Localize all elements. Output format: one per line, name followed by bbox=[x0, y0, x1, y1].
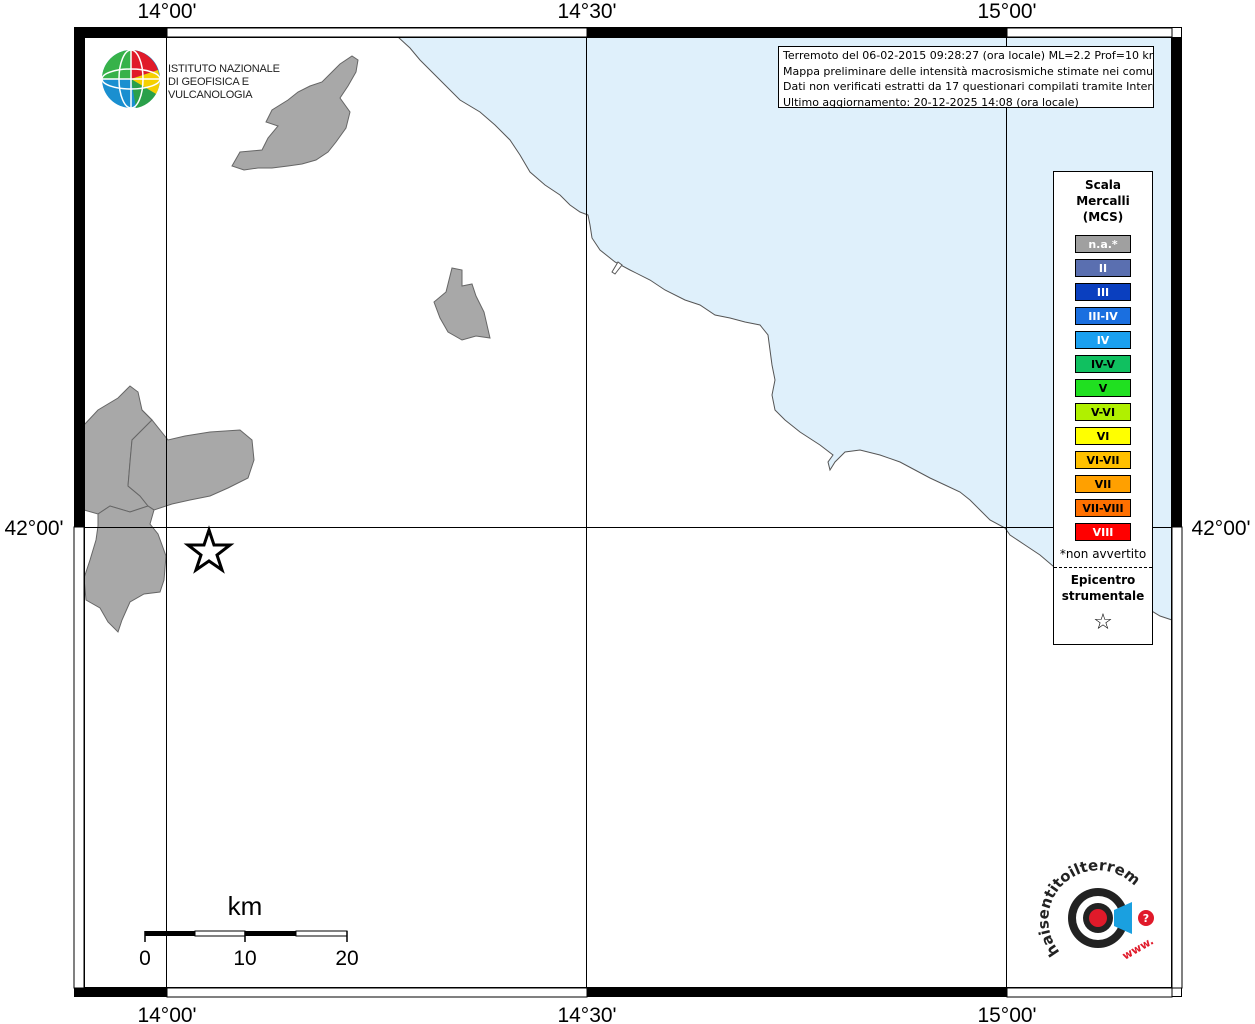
municipality-polygon bbox=[83, 505, 167, 633]
event-info-line: Mappa preliminare delle intensità macros… bbox=[783, 64, 1154, 78]
legend-epicenter-line: strumentale bbox=[1061, 589, 1145, 603]
legend-separator bbox=[1054, 567, 1152, 568]
scale-tick-label: 10 bbox=[233, 947, 256, 970]
legend-title-line: (MCS) bbox=[1082, 210, 1124, 224]
event-info-box: Terremoto del 06-02-2015 09:28:27 (ora l… bbox=[778, 46, 1154, 108]
scale-bar: km 0 10 20 bbox=[139, 891, 359, 970]
ingv-logo-text: ISTITUTO NAZIONALE DI GEOFISICA E VULCAN… bbox=[168, 63, 330, 102]
legend-intensity-item: III-IV bbox=[1075, 307, 1131, 325]
legend-intensity-item: V-VI bbox=[1075, 403, 1131, 421]
left-lat-label: 42°00' bbox=[4, 517, 63, 540]
bottom-lon-label: 14°30' bbox=[557, 1004, 616, 1024]
scale-tick-label: 0 bbox=[139, 947, 151, 970]
legend-intensity-item: V bbox=[1075, 379, 1131, 397]
legend-items: n.a.* II III III-IV IV IV-V V V-VI VI VI-VII VII VI… bbox=[1054, 235, 1152, 541]
event-info-line: Terremoto del 06-02-2015 09:28:27 (ora l… bbox=[783, 49, 1154, 62]
legend-intensity-item: VI bbox=[1075, 427, 1131, 445]
legend-footnote: *non avvertito bbox=[1059, 547, 1147, 561]
mcs-legend: Scala Mercalli (MCS) n.a.* II III III-IV IV I… bbox=[1053, 171, 1153, 645]
ingv-logo-line: ISTITUTO NAZIONALE bbox=[168, 63, 280, 75]
bottom-lon-label: 14°00' bbox=[137, 1004, 196, 1024]
legend-title: Scala Mercalli (MCS) bbox=[1054, 177, 1152, 225]
right-lat-label: 42°00' bbox=[1191, 517, 1250, 540]
legend-title-line: Mercalli bbox=[1076, 194, 1130, 208]
legend-intensity-item: II bbox=[1075, 259, 1131, 277]
legend-intensity-item: n.a.* bbox=[1075, 235, 1131, 253]
municipality-polygon bbox=[127, 409, 255, 511]
event-info-line: Ultimo aggiornamento: 20-12-2025 14:08 (… bbox=[783, 95, 1079, 108]
legend-intensity-item: III bbox=[1075, 283, 1131, 301]
top-lon-label: 14°30' bbox=[557, 0, 616, 23]
globe-icon bbox=[101, 49, 161, 109]
legend-intensity-item: IV bbox=[1075, 331, 1131, 349]
scale-unit-label: km bbox=[228, 891, 263, 921]
legend-intensity-item: VI-VII bbox=[1075, 451, 1131, 469]
legend-intensity-item: IV-V bbox=[1075, 355, 1131, 373]
top-lon-label: 14°00' bbox=[137, 0, 196, 23]
ingv-logo-line: DI GEOFISICA E VULCANOLOGIA bbox=[168, 76, 253, 101]
bottom-lon-label: 15°00' bbox=[977, 1004, 1036, 1024]
ingv-logo: ISTITUTO NAZIONALE DI GEOFISICA E VULCAN… bbox=[100, 48, 330, 112]
event-info-line: Dati non verificati estratti da 17 quest… bbox=[783, 80, 1154, 93]
legend-intensity-item: VII-VIII bbox=[1075, 499, 1131, 517]
brand-www: www. bbox=[1120, 934, 1156, 962]
municipality-polygon bbox=[433, 267, 491, 341]
haisentito-logo: ? haisentitoilterremoto.it www. bbox=[1025, 846, 1160, 980]
coast-islet bbox=[611, 261, 623, 275]
scale-tick-label: 20 bbox=[335, 947, 358, 970]
epicenter-star-icon bbox=[183, 525, 235, 574]
legend-star-icon: ☆ bbox=[1093, 610, 1113, 635]
legend-intensity-item: VII bbox=[1075, 475, 1131, 493]
legend-title-line: Scala bbox=[1084, 178, 1122, 192]
legend-epicenter-line: Epicentro bbox=[1070, 573, 1136, 587]
svg-text:?: ? bbox=[1143, 912, 1149, 925]
legend-epicenter-label: Epicentro strumentale bbox=[1054, 572, 1152, 604]
top-lon-label: 15°00' bbox=[977, 0, 1036, 23]
legend-intensity-item: VIII bbox=[1075, 523, 1131, 541]
